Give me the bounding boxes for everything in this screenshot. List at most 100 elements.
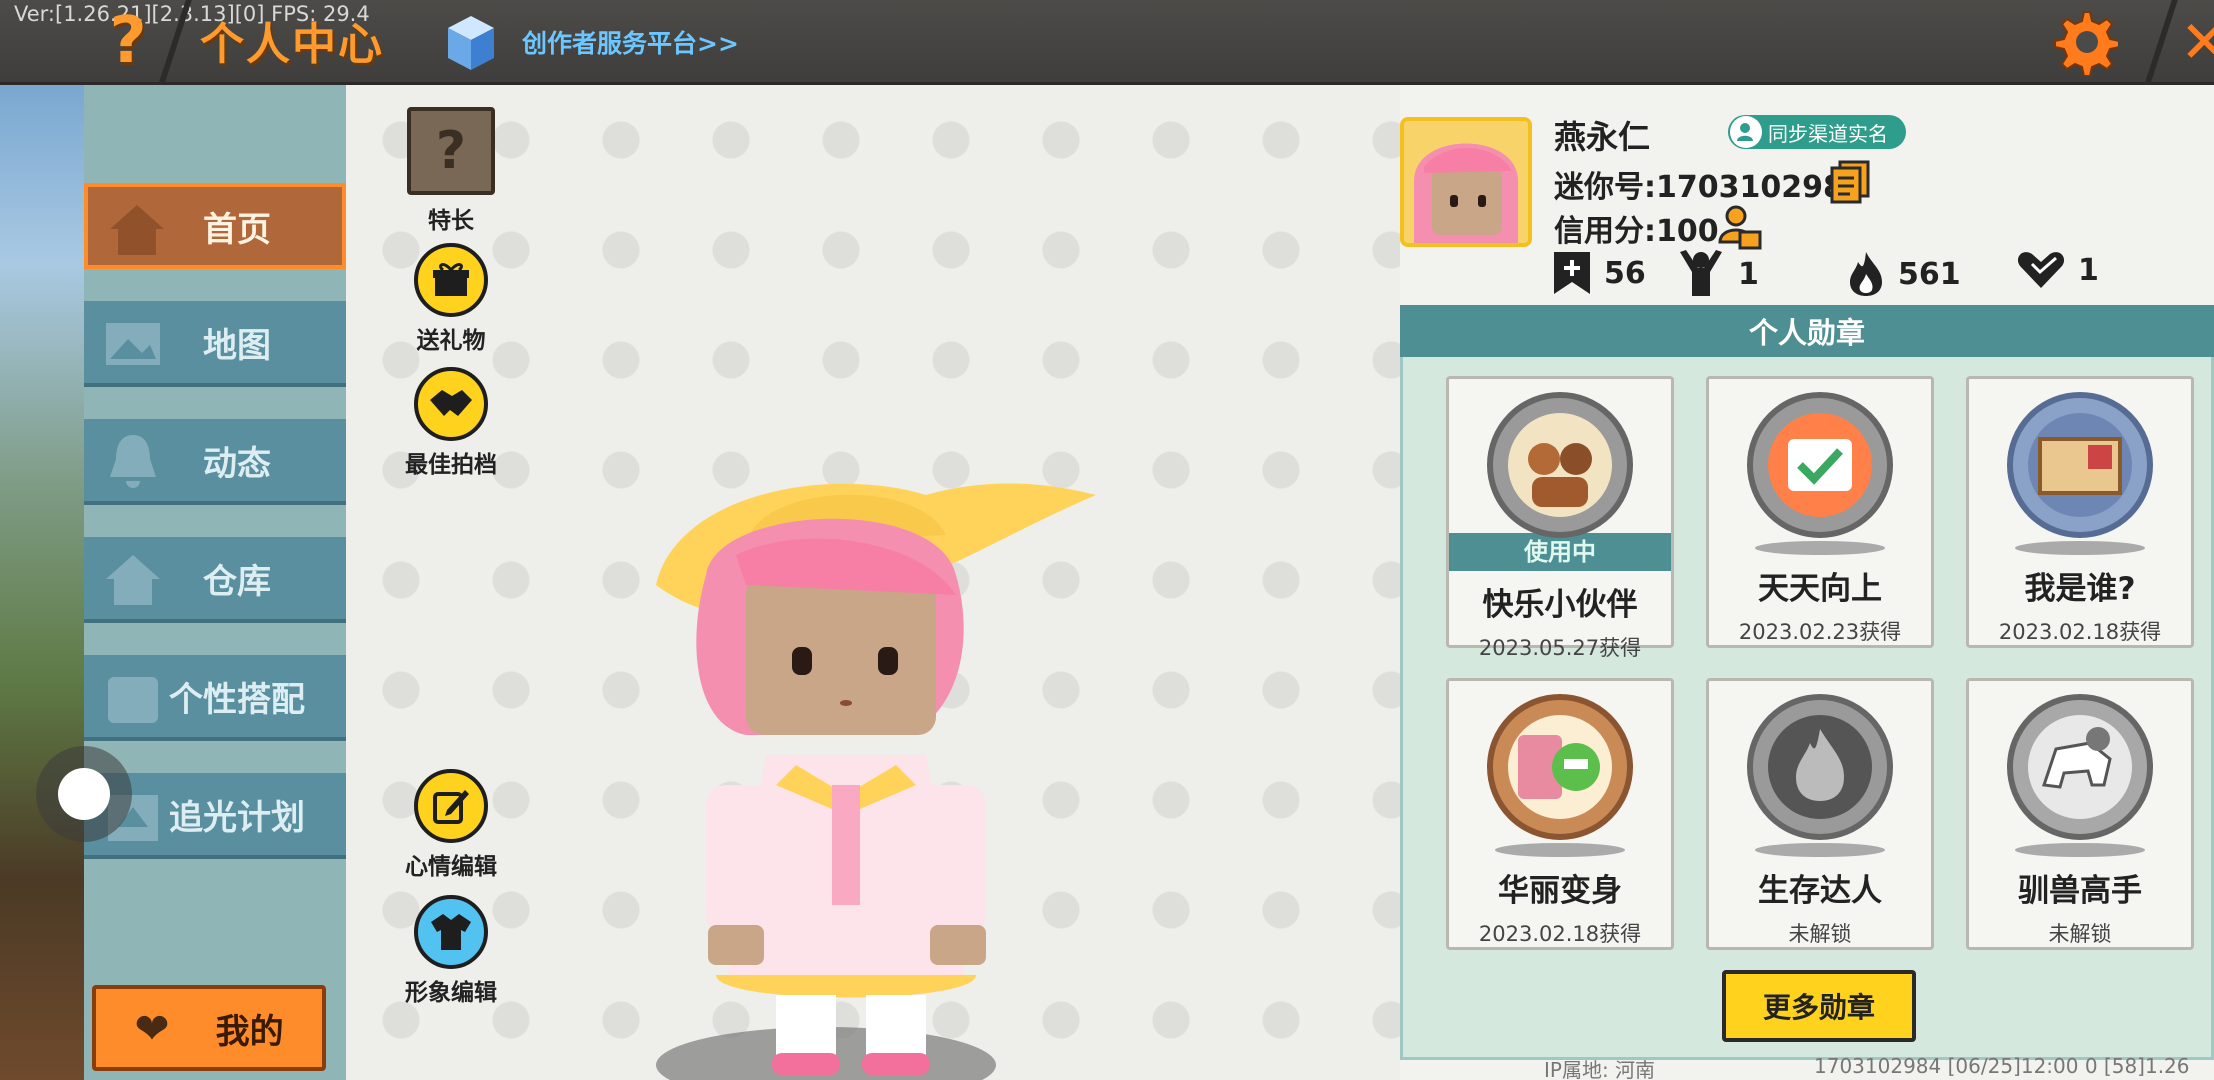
fans-stat[interactable]: 1 [1676, 250, 1759, 298]
medal-card[interactable]: 生存达人 未解锁 [1706, 678, 1934, 950]
mini-id: 迷你号:1703102984 [1554, 170, 1865, 205]
sidebar-item-label: 首页 [203, 209, 271, 250]
heat-stat[interactable]: 561 [1846, 250, 1961, 298]
medal-card[interactable]: 华丽变身 2023.02.18获得 [1446, 678, 1674, 950]
flame-icon [1850, 252, 1882, 296]
house-icon [106, 555, 160, 605]
sidebar-item-outfit[interactable]: 个性搭配 [84, 655, 346, 741]
top-bar: Ver:[1.26.21][2.3.13][0] FPS: 29.4 ? 个人中… [0, 0, 2214, 85]
gift-button[interactable]: 送礼物 [396, 243, 506, 355]
cheer-icon [1680, 250, 1722, 296]
gift-icon [414, 243, 488, 317]
specialty-label: 特长 [428, 208, 474, 234]
medal-name: 天天向上 [1758, 571, 1882, 607]
outfit-edit-icon [414, 895, 488, 969]
divider [2144, 0, 2178, 85]
medal-status: 2023.02.23获得 [1738, 620, 1902, 644]
sidebar-item-label: 动态 [203, 443, 271, 484]
map-icon [106, 323, 160, 365]
bookmark-plus-icon [1554, 252, 1590, 294]
footer-id-info: 1703102984 [06/25]12:00 0 [58]1.26 [1814, 1054, 2190, 1078]
medal-shadow [2015, 843, 2145, 857]
medal-name: 快乐小伙伴 [1482, 587, 1638, 623]
medal-header: 个人勋章 [1400, 305, 2214, 357]
specialty-button[interactable]: ? 特长 [396, 107, 506, 235]
joystick-knob[interactable] [58, 768, 110, 820]
heat-count: 561 [1898, 256, 1961, 292]
avatar-portrait-icon [1404, 121, 1528, 243]
my-button[interactable]: ❤ 我的 [92, 985, 326, 1071]
medal-status: 2023.02.18获得 [1998, 620, 2162, 644]
avatar-showcase: ? 特长 送礼物 最佳拍档 心情编辑 形象编辑 [346, 85, 1400, 1080]
world-background [0, 85, 84, 1080]
help-button[interactable]: ? [98, 6, 158, 76]
happy-partner-medal-icon [1487, 392, 1633, 538]
gear-icon[interactable] [2050, 8, 2118, 76]
copy-icon[interactable] [1830, 160, 1870, 204]
beast-tamer-medal-icon [2007, 694, 2153, 840]
bell-icon [110, 435, 156, 488]
player-avatar[interactable] [596, 385, 1116, 1080]
gift-label: 送礼物 [416, 328, 486, 354]
sidebar-item-feed[interactable]: 动态 [84, 419, 346, 505]
best-partner-label: 最佳拍档 [405, 452, 497, 478]
sidebar-item-map[interactable]: 地图 [84, 301, 346, 387]
medal-shadow [1495, 843, 1625, 857]
sidebar: 首页 地图 动态 仓库 个性搭配 追光计划 ❤ 我的 [84, 85, 346, 1080]
medal-status: 2023.05.27获得 [1478, 636, 1642, 660]
close-icon[interactable]: ✕ [2180, 8, 2214, 76]
sidebar-item-label: 仓库 [203, 561, 271, 602]
avatar-edit-button[interactable]: 形象编辑 [396, 895, 506, 1007]
handshake-icon [414, 367, 488, 441]
floating-joystick[interactable] [36, 746, 132, 842]
follow-count: 56 [1604, 255, 1646, 291]
outfit-icon [108, 677, 158, 723]
sidebar-item-label: 追光计划 [169, 797, 305, 838]
fans-count: 1 [1738, 256, 1759, 292]
medal-card[interactable]: 天天向上 2023.02.23获得 [1706, 376, 1934, 648]
my-button-label: 我的 [215, 1011, 284, 1052]
creator-platform-link[interactable]: 创作者服务平台>> [522, 24, 739, 60]
in-use-label: 使用中 [1449, 533, 1671, 571]
medal-status: 2023.02.18获得 [1478, 922, 1642, 946]
mood-edit-button[interactable]: 心情编辑 [396, 769, 506, 881]
medal-shadow [1755, 541, 1885, 555]
day-by-day-medal-icon [1747, 392, 1893, 538]
medal-name: 驯兽高手 [2018, 873, 2142, 909]
mood-edit-label: 心情编辑 [405, 854, 497, 880]
sync-real-name-badge[interactable]: 同步渠道实名 [1728, 115, 1906, 149]
medal-status: 未解锁 [2048, 922, 2112, 946]
avatar-edit-label: 形象编辑 [405, 980, 497, 1006]
ip-location: IP属地: 河南 [1544, 1058, 1656, 1080]
medal-status: 未解锁 [1788, 922, 1852, 946]
sidebar-item-label: 地图 [203, 325, 271, 366]
mystery-box-icon: ? [407, 107, 495, 195]
home-icon [110, 205, 164, 255]
sidebar-item-label: 个性搭配 [169, 679, 305, 720]
best-partner-button[interactable]: 最佳拍档 [396, 367, 506, 479]
medal-card[interactable]: 我是谁? 2023.02.18获得 [1966, 376, 2194, 648]
cube-icon[interactable] [446, 14, 496, 72]
heart-icon: ❤ [134, 1003, 170, 1053]
credit-user-icon[interactable] [1718, 204, 1762, 250]
credit-score: 信用分:100 [1554, 214, 1719, 249]
sync-badge-label: 同步渠道实名 [1768, 121, 1888, 146]
medal-card[interactable]: 驯兽高手 未解锁 [1966, 678, 2194, 950]
likes-stat[interactable]: 1 [2016, 250, 2099, 290]
profile-avatar[interactable] [1400, 117, 1532, 247]
page-title: 个人中心 [200, 19, 384, 70]
medal-card[interactable]: 使用中 快乐小伙伴 2023.05.27获得 [1446, 376, 1674, 660]
user-check-icon [1730, 116, 1762, 148]
player-name: 燕永仁 [1554, 118, 1651, 156]
sidebar-item-warehouse[interactable]: 仓库 [84, 537, 346, 623]
follow-stat[interactable]: 56 [1552, 250, 1646, 296]
sidebar-item-home[interactable]: 首页 [84, 183, 346, 269]
medal-shadow [2015, 541, 2145, 555]
gorgeous-transform-medal-icon [1487, 694, 1633, 840]
likes-count: 1 [2078, 252, 2099, 288]
survival-expert-medal-icon [1747, 694, 1893, 840]
medal-name: 生存达人 [1758, 873, 1882, 909]
medal-shadow [1755, 843, 1885, 857]
more-medals-button[interactable]: 更多勋章 [1722, 970, 1916, 1042]
who-am-i-medal-icon [2007, 392, 2153, 538]
